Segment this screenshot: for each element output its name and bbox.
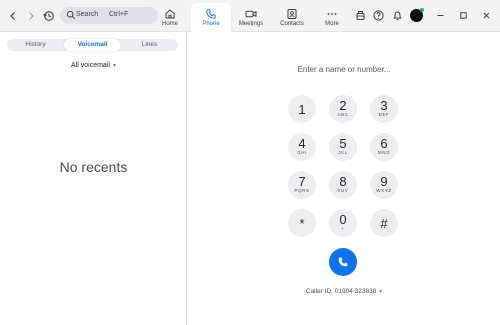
tab-contacts-label: Contacts: [280, 21, 304, 27]
dial-key-digit: #: [380, 216, 388, 231]
tab-meetings-label: Meetings: [238, 21, 264, 27]
dial-key-digit: 9: [380, 174, 388, 189]
dial-key-digit: *: [299, 216, 305, 231]
search-label: Search: [76, 11, 99, 18]
dial-key-letters: MNO: [377, 150, 391, 155]
dial-key-letters: WXYZ: [376, 188, 392, 193]
online-status-indicator: [420, 8, 424, 12]
segment-history[interactable]: History: [7, 39, 64, 51]
dial-key-digit: 2: [339, 98, 347, 113]
phone-icon: [338, 257, 348, 267]
chevron-down-icon: ▾: [112, 63, 116, 69]
caller-id-dropdown[interactable]: Caller ID: 01904 323838 ▾: [188, 288, 500, 295]
tab-meetings[interactable]: Meetings: [231, 3, 271, 32]
tab-home[interactable]: Home: [150, 3, 190, 32]
dial-key-digit: 7: [298, 174, 306, 189]
title-bar: Search Ctrl+F Home Phone Meetings Contac…: [0, 0, 500, 32]
tab-phone[interactable]: Phone: [191, 3, 231, 32]
dial-key[interactable]: 9 WXYZ: [370, 171, 398, 199]
segment-voicemail[interactable]: Voicemail: [64, 39, 121, 51]
dial-key-letters: +: [341, 226, 345, 231]
segmented-control: History Voicemail Lines: [7, 39, 178, 51]
tab-more-label: More: [325, 21, 339, 27]
dial-key-letters: TUV: [337, 188, 349, 193]
dial-key[interactable]: 8 TUV: [329, 171, 357, 199]
dial-key[interactable]: #: [370, 209, 398, 237]
dial-key[interactable]: 1: [288, 95, 316, 123]
back-arrow-icon[interactable]: [6, 9, 20, 23]
tab-home-label: Home: [161, 21, 178, 27]
call-button[interactable]: [329, 248, 357, 276]
close-icon[interactable]: [480, 9, 493, 22]
search-shortcut: Ctrl+F: [109, 11, 129, 18]
history-icon[interactable]: [42, 9, 56, 23]
voicemail-filter-label: All voicemail: [71, 62, 110, 69]
dial-key-digit: 5: [339, 136, 347, 151]
dial-key[interactable]: 0 +: [329, 209, 357, 237]
dial-key[interactable]: 2 ABC: [329, 95, 357, 123]
notifications-bell-icon[interactable]: [391, 9, 404, 22]
forward-arrow-icon[interactable]: [24, 9, 38, 23]
search-bar[interactable]: Search Ctrl+F: [60, 7, 158, 24]
empty-state-text: No recents: [59, 159, 128, 175]
dial-key-digit: 4: [298, 136, 306, 151]
caller-id-label: Caller ID: 01904 323838: [305, 288, 377, 295]
whiteboard-icon[interactable]: [354, 9, 367, 22]
voicemail-filter-dropdown[interactable]: All voicemail ▾: [0, 62, 187, 69]
search-icon: [66, 10, 75, 19]
dial-key-letters: GHI: [297, 150, 307, 155]
home-icon: [165, 9, 175, 19]
dial-key-letters: JKL: [338, 150, 348, 155]
dial-key-digit: 1: [298, 102, 306, 117]
tab-more[interactable]: More: [312, 3, 352, 32]
contacts-icon: [287, 9, 297, 19]
dial-key-letters: ABC: [337, 112, 349, 117]
help-icon[interactable]: [372, 9, 385, 22]
maximize-icon[interactable]: [457, 9, 470, 22]
more-dots-icon: [327, 13, 337, 15]
dial-key-digit: 3: [380, 98, 388, 113]
dial-key-digit: 8: [339, 174, 347, 189]
recents-panel: History Voicemail Lines All voicemail ▾ N…: [0, 32, 187, 325]
video-camera-icon: [245, 10, 257, 18]
tab-phone-label: Phone: [202, 21, 220, 27]
dial-key[interactable]: 5 JKL: [329, 133, 357, 161]
dial-key[interactable]: *: [288, 209, 316, 237]
dialer-panel: Enter a name or number... 1 2 ABC 3 DEF 4 GHI 5…: [188, 32, 500, 325]
number-input[interactable]: Enter a name or number...: [188, 65, 500, 74]
dial-key-digit: 6: [380, 136, 388, 151]
dial-key[interactable]: 3 DEF: [370, 95, 398, 123]
minimize-icon[interactable]: [434, 9, 447, 22]
dial-key[interactable]: 7 PQRS: [288, 171, 316, 199]
tab-contacts[interactable]: Contacts: [272, 3, 312, 32]
dial-key[interactable]: 6 MNO: [370, 133, 398, 161]
dial-key-letters: DEF: [378, 112, 390, 117]
dial-key-letters: PQRS: [294, 188, 310, 193]
avatar[interactable]: [410, 8, 424, 22]
chevron-down-icon: ▾: [379, 289, 383, 295]
dial-key[interactable]: 4 GHI: [288, 133, 316, 161]
segment-lines[interactable]: Lines: [121, 39, 178, 51]
phone-icon: [206, 9, 216, 19]
dial-key-digit: 0: [339, 212, 347, 227]
